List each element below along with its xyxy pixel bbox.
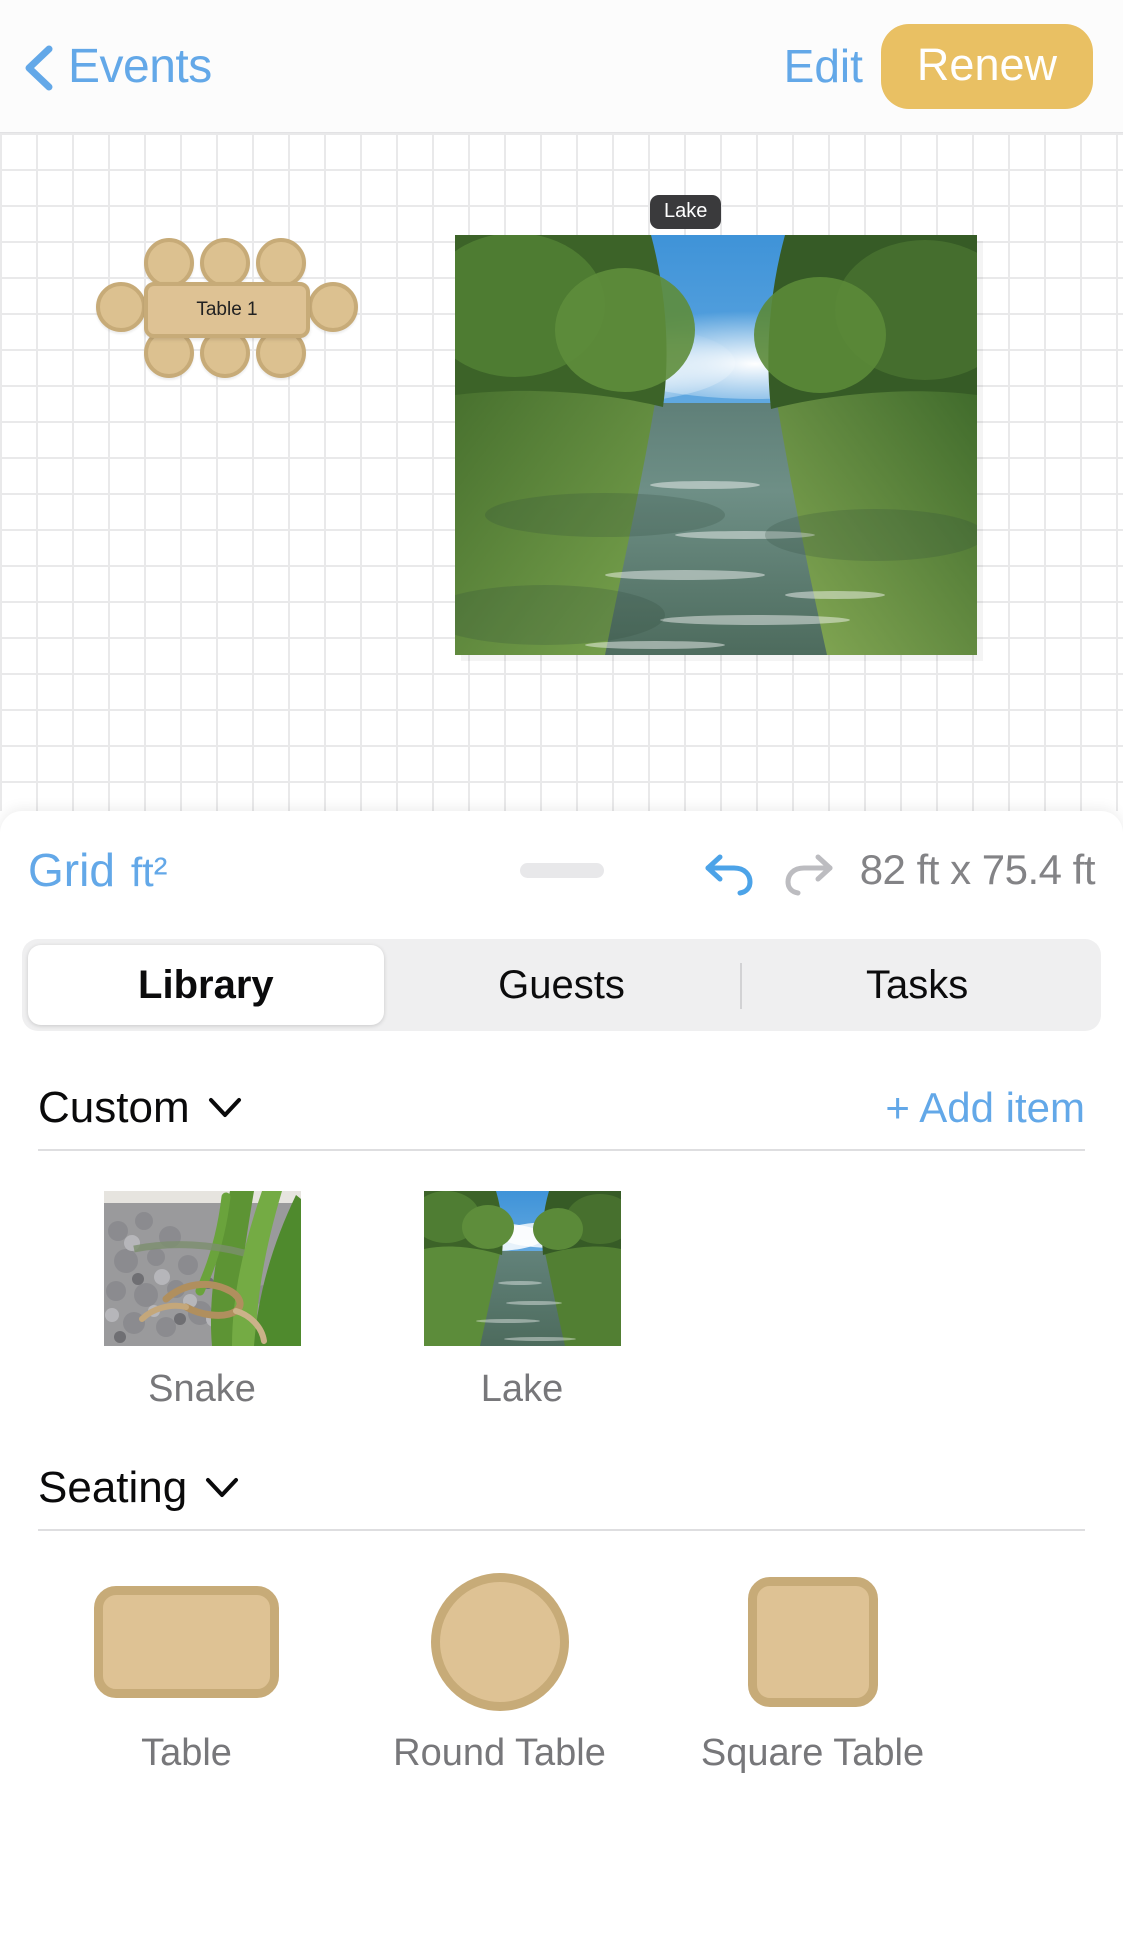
chevron-down-icon[interactable] (205, 1477, 239, 1499)
seating-item-round-table[interactable]: Round Table (343, 1572, 656, 1775)
renew-button[interactable]: Renew (880, 23, 1093, 109)
chevron-left-icon (22, 44, 56, 91)
tab-library[interactable]: Library (28, 945, 384, 1025)
edit-button[interactable]: Edit (784, 39, 863, 93)
shape-preview (430, 1572, 569, 1711)
canvas-object-lake-image[interactable]: Lake (455, 195, 985, 675)
bottom-sheet: Grid ft² 82 ft x 75.4 ft Library Guests … (0, 811, 1123, 1939)
chair-seat[interactable] (256, 238, 306, 288)
shape-label: Table (141, 1732, 232, 1774)
lake-thumbnail (423, 1191, 621, 1346)
chair-seat[interactable] (96, 282, 146, 332)
chair-seat[interactable] (308, 282, 358, 332)
back-to-events-button[interactable]: Events (22, 39, 212, 94)
chevron-down-icon[interactable] (208, 1097, 242, 1119)
sheet-drag-handle[interactable] (519, 863, 604, 878)
library-item-snake[interactable]: Snake (42, 1191, 362, 1411)
shape-preview (94, 1579, 279, 1704)
table-surface[interactable]: Table 1 (144, 282, 310, 338)
library-item-lake[interactable]: Lake (362, 1191, 682, 1411)
add-item-button[interactable]: + Add item (885, 1084, 1085, 1132)
undo-arrow-icon[interactable] (700, 841, 758, 899)
toolbar-right: 82 ft x 75.4 ft (700, 841, 1123, 899)
section-header-custom: Custom + Add item (38, 1083, 1085, 1151)
grid-label: Grid (28, 844, 115, 896)
grid-unit-toggle[interactable]: Grid ft² (28, 843, 167, 897)
seating-shapes-grid: Table Round Table Square Table (0, 1572, 1123, 1775)
tab-tasks[interactable]: Tasks (739, 945, 1095, 1025)
tab-divider (739, 963, 742, 1009)
table-label: Table 1 (196, 299, 258, 320)
shape-label: Square Table (700, 1732, 925, 1774)
canvas-object-table-1[interactable]: Table 1 (96, 238, 358, 378)
nav-actions: Edit Renew (784, 23, 1123, 109)
object-name-badge: Lake (650, 195, 722, 229)
section-title: Custom (38, 1083, 190, 1132)
chair-seat[interactable] (144, 238, 194, 288)
item-label: Snake (148, 1368, 256, 1410)
snake-thumbnail (103, 1191, 301, 1346)
chair-seat[interactable] (200, 238, 250, 288)
canvas-dimensions: 82 ft x 75.4 ft (859, 846, 1096, 893)
section-title: Seating (38, 1463, 188, 1512)
shape-label: Round Table (393, 1732, 606, 1774)
item-label: Lake (480, 1368, 564, 1410)
lake-photo[interactable] (455, 235, 977, 655)
sheet-toolbar: Grid ft² 82 ft x 75.4 ft (0, 811, 1123, 929)
custom-items-grid: Snake Lake (0, 1191, 1123, 1411)
app-root: Events Edit Renew Table 1 Lake Grid ft² … (0, 0, 1123, 1939)
shape-preview (747, 1576, 878, 1707)
seating-item-square-table[interactable]: Square Table (656, 1576, 969, 1775)
tab-guests[interactable]: Guests (384, 945, 740, 1025)
sheet-tab-bar: Library Guests Tasks (22, 939, 1101, 1031)
floorplan-canvas[interactable]: Table 1 Lake (0, 133, 1123, 811)
section-header-seating: Seating (38, 1463, 1085, 1531)
back-label: Events (68, 39, 212, 93)
unit-label: ft² (130, 849, 168, 895)
seating-item-table[interactable]: Table (30, 1579, 343, 1775)
redo-arrow-icon[interactable] (780, 841, 838, 899)
top-navigation-bar: Events Edit Renew (0, 0, 1123, 133)
